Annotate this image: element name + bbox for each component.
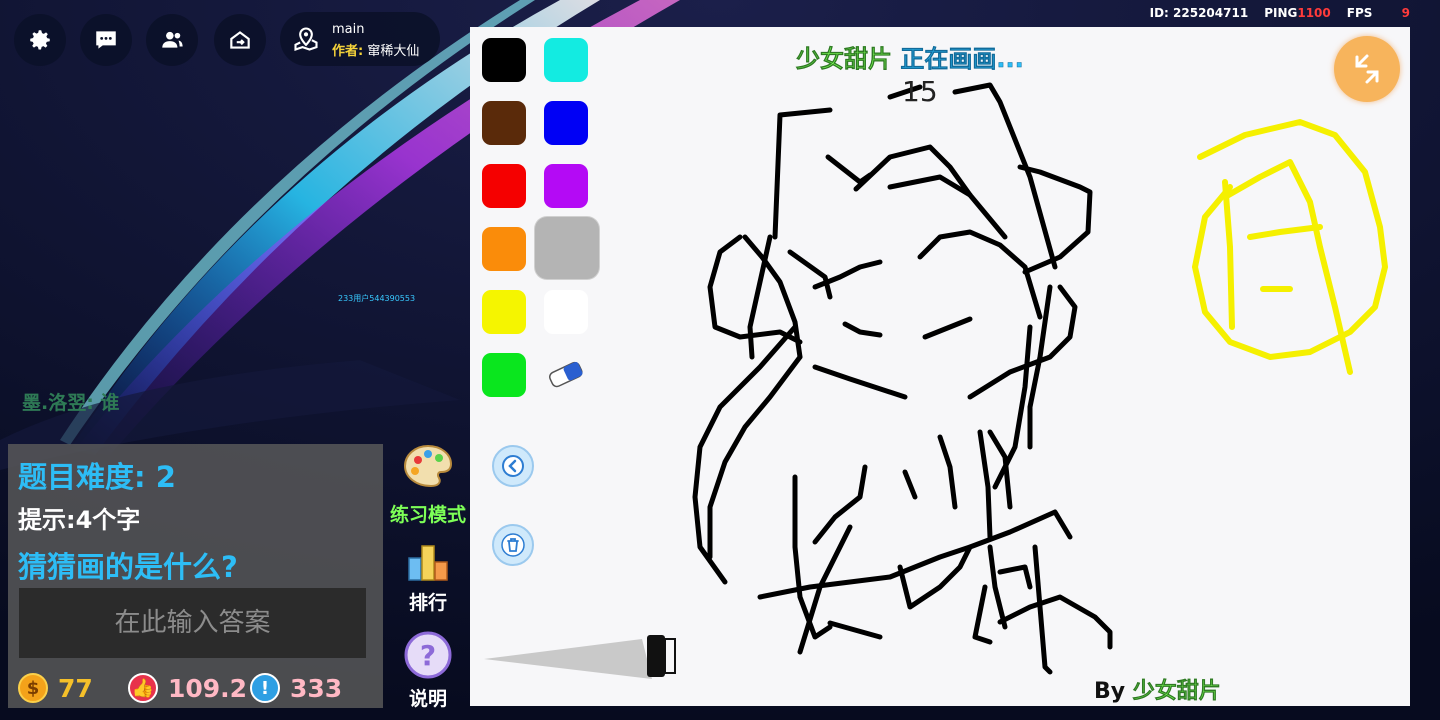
clear-canvas-button[interactable] [492, 524, 534, 566]
likes-value: 109.2 [168, 673, 248, 703]
fps-readout: FPS 9 [1346, 6, 1410, 20]
brush-size-wedge [484, 639, 652, 679]
ping-readout: PING1100 [1264, 6, 1331, 20]
ranking-label: 排行 [408, 592, 447, 614]
difficulty-label: 题目难度: 2 [18, 460, 176, 494]
thumbs-up-icon: 👍 [128, 673, 158, 703]
question-label: 猜猜画的是什么? [18, 550, 238, 584]
palette-icon [403, 444, 453, 488]
hint-label: 提示:4个字 [18, 506, 141, 534]
color-swatch-black[interactable] [482, 38, 526, 82]
room-switch-icon [230, 31, 250, 49]
quiz-panel: 题目难度: 2 提示:4个字 猜猜画的是什么? $ 77 👍 109.2 ! 3… [8, 444, 383, 708]
color-swatch-brown[interactable] [482, 101, 526, 145]
gear-icon [30, 30, 50, 50]
color-swatch-green[interactable] [482, 353, 526, 397]
people-icon [162, 31, 183, 48]
author-label: 作者: [332, 44, 364, 59]
likes-counter: 👍 109.2 [128, 670, 247, 706]
exclamation-icon: ! [250, 673, 280, 703]
author-name: 窜稀大仙 [367, 44, 420, 59]
minimize-arrows-icon [1355, 54, 1379, 84]
switch-room-button[interactable] [214, 14, 266, 66]
drawing-strokes [484, 82, 1388, 679]
chat-button[interactable] [80, 14, 132, 66]
help-label: 说明 [408, 688, 447, 710]
coin-value: 77 [58, 673, 93, 703]
podium-icon [408, 545, 448, 581]
map-author: 作者: 窜稀大仙 [332, 40, 419, 59]
svg-text:?: ? [420, 639, 436, 672]
answer-input[interactable] [19, 588, 366, 658]
artist-name: 少女甜片 [1132, 679, 1222, 705]
map-name: main [332, 22, 365, 37]
coin-counter: $ 77 [18, 670, 93, 706]
by-label: By [1094, 679, 1126, 704]
practice-mode-label: 练习模式 [389, 504, 466, 526]
color-swatch-blue[interactable] [544, 101, 588, 145]
drawer-status: 正在画画... [900, 45, 1024, 74]
chevron-left-icon [502, 455, 524, 477]
warnings-counter: ! 333 [250, 670, 342, 706]
color-swatch-gray-selected[interactable] [535, 217, 599, 279]
question-mark-icon: ? [404, 631, 452, 679]
warnings-value: 333 [290, 673, 343, 703]
coin-icon: $ [18, 673, 48, 703]
color-swatch-purple[interactable] [544, 164, 588, 208]
brush-size-handle[interactable] [647, 635, 665, 677]
player-name-tag: 233用户544390553 [338, 294, 416, 303]
countdown-timer: 15 [902, 75, 938, 108]
trash-icon [501, 533, 525, 557]
map-pin-icon [294, 27, 318, 51]
color-swatch-white[interactable] [544, 290, 588, 334]
collapse-canvas-button[interactable] [1334, 36, 1400, 102]
chat-message: 墨.洛翌: 谁 [22, 392, 120, 414]
drawer-name: 少女甜片 [796, 45, 893, 74]
status-bar: ID: 225204711 PING1100 FPS 9 [1150, 6, 1410, 20]
map-info[interactable]: main 作者: 窜稀大仙 [280, 12, 440, 66]
help-button[interactable]: ? 说明 [386, 630, 470, 711]
friends-button[interactable] [146, 14, 198, 66]
drawing-canvas[interactable]: 少女甜片 正在画画... 15 By 少女甜片 [470, 27, 1410, 706]
player-id: ID: 225204711 [1149, 6, 1249, 20]
drawer-announcement: 少女甜片 正在画画... [796, 39, 1024, 74]
color-swatch-cyan[interactable] [544, 38, 588, 82]
color-swatch-yellow[interactable] [482, 290, 526, 334]
settings-button[interactable] [14, 14, 66, 66]
eraser-icon [549, 361, 583, 388]
ranking-button[interactable]: 排行 [386, 540, 470, 615]
eraser-button[interactable] [544, 353, 588, 397]
practice-mode-button[interactable]: 练习模式 [386, 440, 470, 527]
chat-icon [96, 31, 116, 49]
artist-credit: By 少女甜片 [1094, 673, 1221, 705]
undo-button[interactable] [492, 445, 534, 487]
color-swatch-orange[interactable] [482, 227, 526, 271]
color-swatch-red[interactable] [482, 164, 526, 208]
